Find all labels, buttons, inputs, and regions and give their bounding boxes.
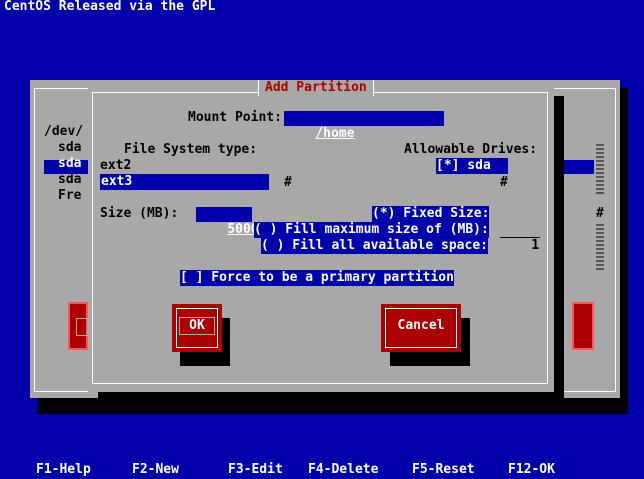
partition-row-free[interactable]: Fre xyxy=(44,188,83,204)
device-header: /dev/ xyxy=(44,124,84,139)
f2-new-key[interactable]: F2-New xyxy=(132,462,179,478)
ok-button-label: OK xyxy=(179,317,215,335)
function-key-bar: F1-Help F2-New F3-Edit F4-Delete F5-Rese… xyxy=(0,462,644,479)
mount-point-value: /home xyxy=(315,126,355,141)
fs-type-option-selected[interactable]: ext3 xyxy=(100,174,269,190)
fs-type-option[interactable]: ext2 xyxy=(100,158,131,174)
scrollbar-track-lower[interactable] xyxy=(596,222,604,270)
screen-title: CentOS Released via the GPL xyxy=(4,0,216,14)
ok-button[interactable]: OK xyxy=(172,304,222,352)
cancel-button[interactable]: Cancel xyxy=(381,304,461,352)
fs-type-label: File System type: xyxy=(124,142,258,157)
force-primary-checkbox[interactable]: [ ] Force to be a primary partition xyxy=(180,270,454,286)
fill-max-size-radio[interactable]: ( ) Fill maximum size of (MB): xyxy=(254,222,489,238)
size-input[interactable]: 5000 xyxy=(196,207,259,237)
f3-edit-key[interactable]: F3-Edit xyxy=(228,462,283,478)
background-button-left[interactable] xyxy=(68,302,88,350)
mount-point-input[interactable]: /home xyxy=(284,111,444,141)
size-label: Size (MB): xyxy=(100,206,179,221)
f1-help-key[interactable]: F1-Help xyxy=(36,462,91,478)
partition-list[interactable]: /dev/ sda sda sda Fre xyxy=(44,124,83,204)
allowable-drives-label: Allowable Drives: xyxy=(404,142,538,157)
mount-point-label: Mount Point: xyxy=(188,110,282,125)
drive-checkbox-sda[interactable]: [*] sda xyxy=(436,158,508,174)
add-partition-dialog: Add Partition Mount Point: /home File Sy… xyxy=(88,80,554,392)
fill-max-size-value: 1 xyxy=(531,238,540,253)
dialog-title: Add Partition xyxy=(258,80,374,96)
f12-ok-key[interactable]: F12-OK xyxy=(508,462,555,478)
partition-row[interactable]: sda xyxy=(44,140,83,156)
drives-list-scroll-mark[interactable]: # xyxy=(500,175,508,191)
cancel-button-label: Cancel xyxy=(397,318,445,333)
partition-row-selected[interactable]: sda xyxy=(44,156,83,172)
scrollbar-track-upper[interactable] xyxy=(596,142,604,194)
f5-reset-key[interactable]: F5-Reset xyxy=(412,462,475,478)
fill-max-size-input[interactable]: 1 xyxy=(500,222,540,253)
fixed-size-radio[interactable]: (*) Fixed Size: xyxy=(372,206,490,222)
scrollbar-thumb[interactable]: # xyxy=(596,206,604,222)
background-button-right[interactable] xyxy=(572,302,594,350)
fill-all-space-radio[interactable]: ( ) Fill all available space: xyxy=(261,238,488,254)
f4-delete-key[interactable]: F4-Delete xyxy=(308,462,378,478)
partition-row[interactable]: sda xyxy=(44,172,83,188)
fs-list-scroll-mark[interactable]: # xyxy=(284,175,292,191)
